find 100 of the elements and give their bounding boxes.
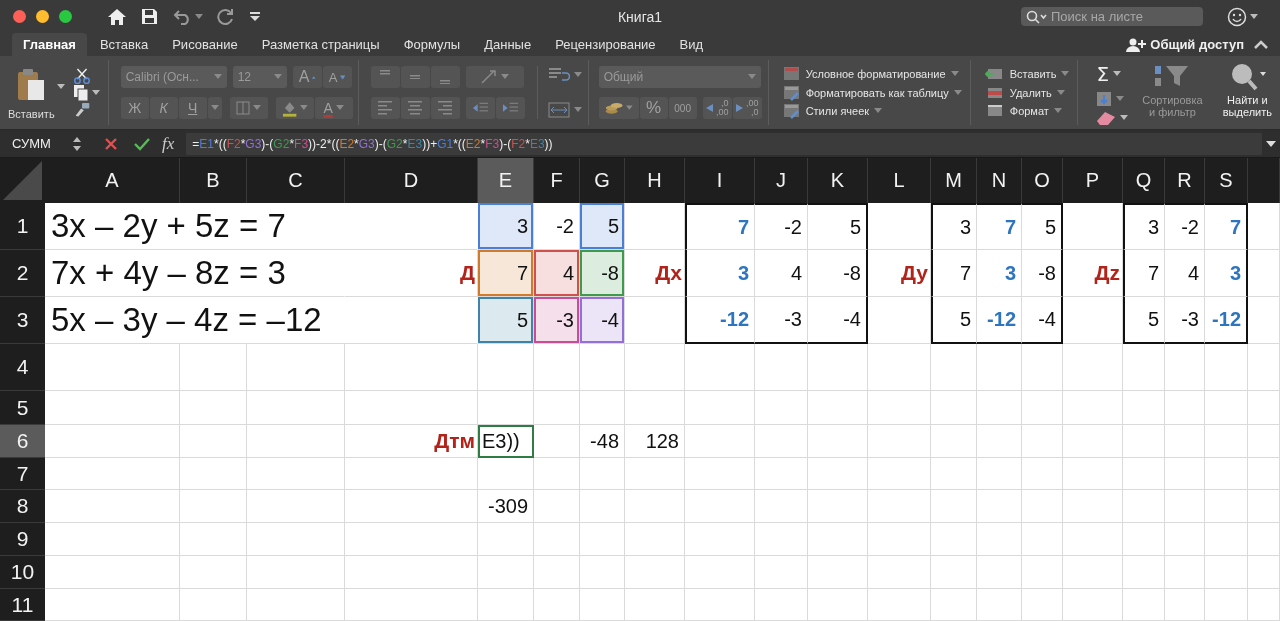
column-header[interactable]: R [1165, 158, 1205, 203]
empty-cell [534, 458, 580, 490]
caret-icon[interactable] [1120, 115, 1129, 121]
row-header[interactable]: 7 [0, 458, 45, 490]
window-close-button[interactable] [13, 10, 26, 23]
row-header[interactable]: 10 [0, 556, 45, 589]
save-icon[interactable] [141, 8, 158, 25]
scissors-icon[interactable] [72, 68, 91, 85]
formula-field[interactable]: =E1*((F2*G3)-(G2*F3))-2*((E2*G3)-(G2*E3))+G1*((E2*F3)-(F2*E3)) [186, 132, 1262, 155]
column-header[interactable]: J [755, 158, 808, 203]
empty-cell [868, 490, 931, 523]
sheet-cell: Дz [1063, 250, 1123, 297]
ribbon-tab[interactable]: Разметка страницы [250, 33, 391, 56]
column-header[interactable]: L [868, 158, 931, 203]
column-header[interactable]: G [580, 158, 625, 203]
caret-icon[interactable] [91, 90, 100, 97]
empty-cell [931, 344, 977, 391]
ribbon-tab[interactable]: Данные [473, 33, 543, 56]
row-header[interactable]: 1 [0, 203, 45, 250]
ribbon-tab[interactable]: Главная [12, 33, 87, 56]
caret-icon[interactable] [1116, 95, 1125, 102]
paste-button[interactable]: Вставить [8, 66, 55, 122]
sheet-cell: -2 [534, 203, 580, 250]
sheet-cell: 5 [931, 297, 977, 344]
row-header[interactable]: 4 [0, 344, 45, 391]
styles-menu-button[interactable]: Стили ячеек [782, 103, 962, 119]
row-header[interactable]: 2 [0, 250, 45, 297]
column-header[interactable]: Q [1123, 158, 1165, 203]
styles-menu-button[interactable]: Условное форматирование [782, 66, 962, 82]
enter-icon[interactable] [134, 136, 150, 151]
empty-cell [180, 344, 247, 391]
fill-down-icon[interactable] [1096, 90, 1113, 107]
column-header[interactable]: A [45, 158, 180, 203]
search-field[interactable]: Поиск на листе [1021, 7, 1203, 26]
ribbon-tab[interactable]: Рецензирование [544, 33, 667, 56]
search-icon[interactable] [1026, 10, 1048, 24]
column-header[interactable]: S [1205, 158, 1248, 203]
row-header[interactable]: 6 [0, 425, 45, 458]
ribbon-tab[interactable]: Вставка [88, 33, 160, 56]
insert-function-button[interactable]: fx [162, 133, 175, 154]
empty-cell [868, 297, 931, 344]
row-header[interactable]: 9 [0, 523, 45, 556]
home-icon[interactable] [107, 7, 127, 26]
cancel-icon[interactable] [104, 136, 118, 151]
undo-icon[interactable] [172, 8, 192, 25]
redo-icon[interactable] [217, 7, 235, 26]
empty-cell [755, 523, 808, 556]
cells-menu-button[interactable]: Вставить [984, 66, 1070, 82]
column-header[interactable]: M [931, 158, 977, 203]
window-title: Книга1 [617, 8, 663, 25]
row-header[interactable]: 8 [0, 490, 45, 523]
empty-cell [808, 589, 868, 621]
caret-icon[interactable] [56, 84, 65, 90]
column-header[interactable]: D [345, 158, 478, 203]
column-header[interactable]: N [977, 158, 1022, 203]
empty-cell [977, 458, 1022, 490]
column-header[interactable]: F [534, 158, 580, 203]
customize-icon[interactable] [249, 11, 261, 22]
column-header[interactable]: C [247, 158, 345, 203]
caret-icon [950, 71, 959, 77]
empty-cell [1123, 425, 1165, 458]
copy-icon[interactable] [72, 84, 89, 103]
cells-menu-button[interactable]: Удалить [984, 84, 1070, 101]
ribbon-tab[interactable]: Вид [668, 33, 715, 56]
column-header[interactable]: I [685, 158, 755, 203]
name-box[interactable]: СУММ [0, 136, 72, 151]
column-header[interactable]: H [625, 158, 685, 203]
share-button[interactable]: Общий доступ [1126, 37, 1244, 52]
empty-cell [1248, 297, 1280, 344]
styles-menu-button[interactable]: Форматировать как таблицу [782, 84, 962, 101]
expand-formula-icon[interactable] [1266, 139, 1276, 148]
autosum-button[interactable]: Σ [1096, 62, 1129, 86]
eraser-icon[interactable] [1096, 111, 1117, 125]
row-header[interactable]: 3 [0, 297, 45, 344]
sheet-cell[interactable]: E3)) [478, 425, 534, 458]
sheet-cell: -8 [580, 250, 625, 297]
column-header[interactable]: E [478, 158, 534, 203]
column-header[interactable]: P [1063, 158, 1123, 203]
collapse-ribbon-icon[interactable] [1254, 40, 1268, 49]
caret-icon[interactable] [1250, 13, 1258, 20]
empty-cell [868, 391, 931, 425]
column-header[interactable]: K [808, 158, 868, 203]
caret-icon[interactable] [195, 13, 203, 20]
row-header[interactable]: 5 [0, 391, 45, 425]
window-minimize-button[interactable] [36, 10, 49, 23]
empty-cell [1123, 556, 1165, 589]
ribbon-tab[interactable]: Формулы [392, 33, 472, 56]
row-header[interactable]: 11 [0, 589, 45, 621]
empty-cell [1123, 490, 1165, 523]
window-zoom-button[interactable] [59, 10, 72, 23]
cells-menu-button[interactable]: Формат [984, 103, 1070, 119]
sheet-cell: -4 [1022, 297, 1063, 344]
smiley-icon[interactable] [1227, 6, 1247, 27]
ribbon-tab[interactable]: Рисование [161, 33, 249, 56]
column-header[interactable]: O [1022, 158, 1063, 203]
caret-icon [501, 74, 510, 80]
sheet-cell: 5 [1022, 203, 1063, 250]
find-select-button[interactable]: Найти и выделить [1216, 62, 1279, 125]
column-header[interactable]: B [180, 158, 247, 203]
equation-text: 5x – 3y – 4z = –12 [45, 297, 478, 344]
